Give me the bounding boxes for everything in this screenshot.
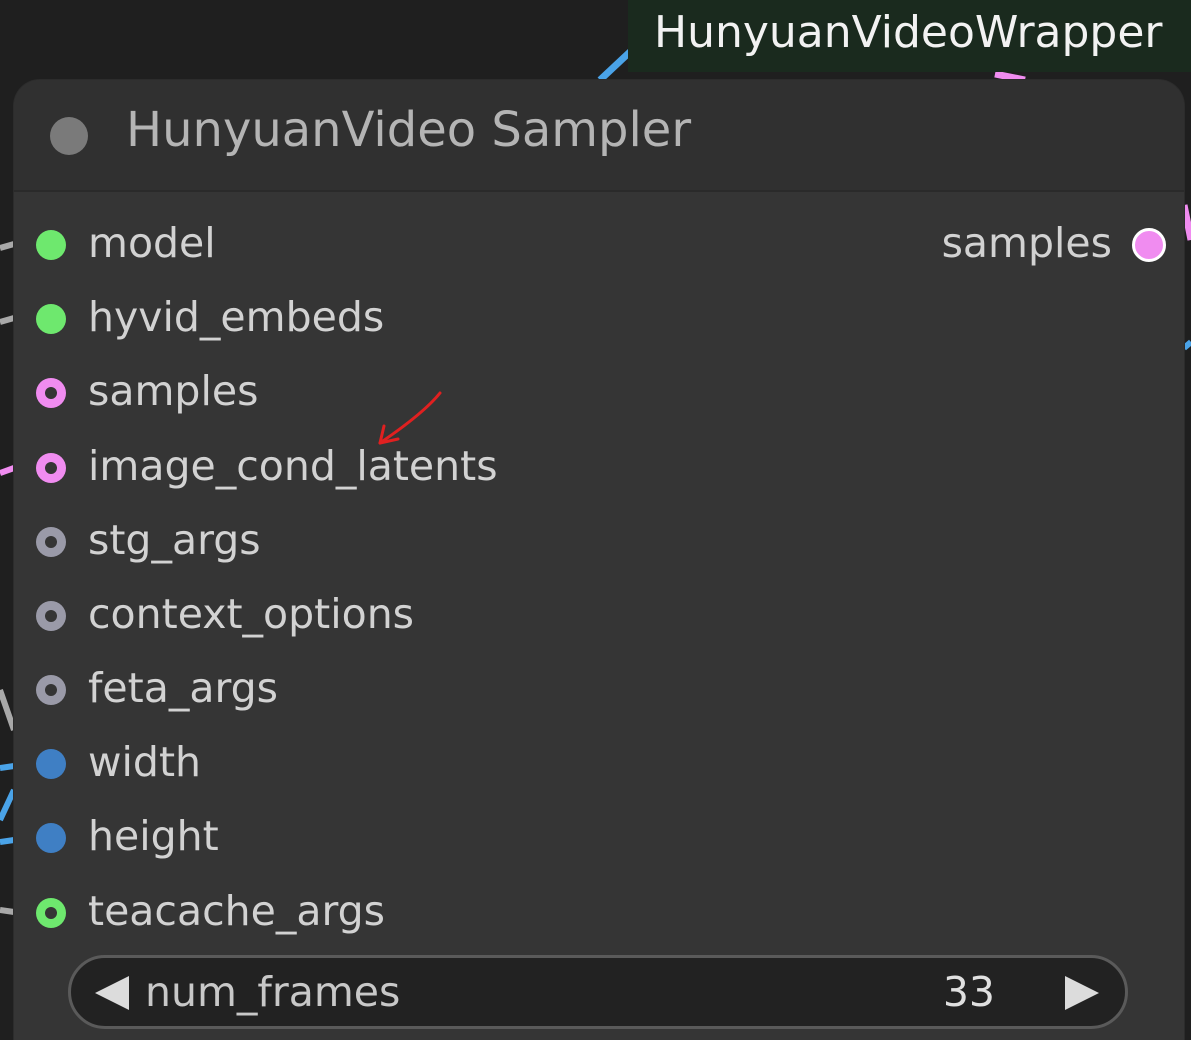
slot-connector-icon[interactable] [36,527,66,557]
input-slot-height[interactable]: height [14,808,914,868]
slot-connector-icon[interactable] [36,898,66,928]
slot-label: model [88,219,216,267]
decrement-arrow-icon[interactable] [95,976,129,1010]
slot-label: height [88,812,219,860]
slot-label: width [88,738,202,786]
slot-connector-icon[interactable] [1132,228,1166,262]
graph-canvas[interactable]: HunyuanVideoWrapper HunyuanVideo Sampler… [0,0,1191,1040]
slot-connector-icon[interactable] [36,453,66,483]
slot-connector-icon[interactable] [36,601,66,631]
input-slot-model[interactable]: model [14,215,914,275]
collapse-toggle-icon[interactable] [50,117,88,155]
slot-label: feta_args [88,664,279,712]
node-title: HunyuanVideo Sampler [126,102,692,158]
slot-connector-icon[interactable] [36,675,66,705]
wire-blue-height [0,837,15,845]
wire-blue-diag [0,788,17,822]
input-slot-width[interactable]: width [14,734,914,794]
wire-gray-model [0,241,15,251]
wire-blue-width [0,763,15,771]
slot-connector-icon[interactable] [36,823,66,853]
input-slot-context-options[interactable]: context_options [14,586,914,646]
input-slot-feta-args[interactable]: feta_args [14,660,914,720]
input-slot-hyvid-embeds[interactable]: hyvid_embeds [14,289,914,349]
slot-label: teacache_args [88,887,385,935]
input-slot-samples[interactable]: samples [14,363,914,423]
hunyuan-video-sampler-node[interactable]: HunyuanVideo Sampler model hyvid_embeds … [14,80,1184,1040]
slot-connector-icon[interactable] [36,378,66,408]
wire-gray-embeds [0,315,15,325]
slot-connector-icon[interactable] [36,749,66,779]
widget-value[interactable]: 33 [943,968,995,1016]
slot-label: stg_args [88,516,261,564]
wire-pink-latents [0,465,16,476]
slot-connector-icon[interactable] [36,304,66,334]
wire-gray-teacache [0,907,15,915]
widget-label: num_frames [145,968,401,1016]
slot-connector-icon[interactable] [36,230,66,260]
increment-arrow-icon[interactable] [1065,976,1099,1010]
input-slot-stg-args[interactable]: stg_args [14,512,914,572]
output-slot-samples[interactable]: samples [784,215,1184,275]
slot-label: context_options [88,590,415,638]
group-title[interactable]: HunyuanVideoWrapper [628,0,1191,72]
slot-label: samples [941,219,1112,267]
wire-gray-curve [0,689,17,731]
wire-pink-right [1180,204,1191,241]
annotation-arrow-icon [378,391,442,445]
slot-label: samples [88,367,259,415]
node-header[interactable]: HunyuanVideo Sampler [14,80,1184,192]
input-slot-image-cond-latents[interactable]: image_cond_latents [14,438,914,498]
num-frames-widget[interactable]: num_frames 33 [68,955,1128,1029]
slot-label: hyvid_embeds [88,293,385,341]
wire-blue-right [1182,339,1191,351]
input-slot-teacache-args[interactable]: teacache_args [14,883,914,943]
